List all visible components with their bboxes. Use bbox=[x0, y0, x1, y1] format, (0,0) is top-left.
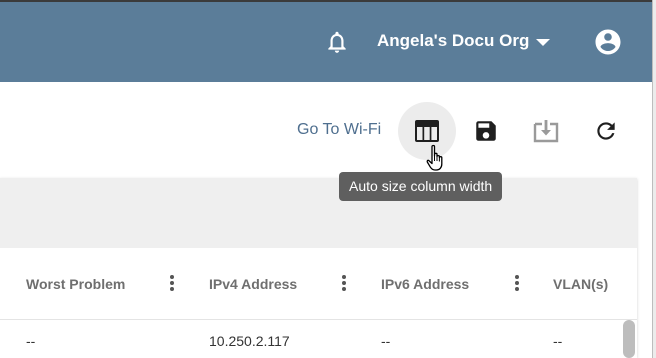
top-app-bar: Angela's Docu Org bbox=[0, 2, 652, 82]
export-icon bbox=[533, 120, 559, 143]
go-to-wifi-link[interactable]: Go To Wi-Fi bbox=[297, 121, 381, 139]
devices-table-panel: Worst Problem IPv4 Address IPv6 Address … bbox=[0, 178, 637, 358]
refresh-button[interactable] bbox=[586, 111, 626, 151]
column-header-ipv6[interactable]: IPv6 Address bbox=[381, 276, 469, 292]
table-scrollbar[interactable] bbox=[623, 320, 635, 358]
save-button[interactable] bbox=[466, 111, 506, 151]
table-column-headers: Worst Problem IPv4 Address IPv6 Address … bbox=[0, 248, 637, 320]
cell-worst-problem: -- bbox=[26, 333, 36, 349]
column-header-ipv4[interactable]: IPv4 Address bbox=[209, 276, 297, 292]
table-panel-header bbox=[0, 178, 637, 248]
column-menu-icon[interactable] bbox=[341, 273, 347, 293]
tooltip: Auto size column width bbox=[339, 172, 503, 201]
cell-vlans: -- bbox=[553, 333, 563, 349]
account-circle-icon[interactable] bbox=[593, 27, 623, 57]
hand-pointer-icon bbox=[426, 144, 443, 171]
table-columns-icon bbox=[415, 120, 439, 142]
chevron-down-icon[interactable] bbox=[535, 38, 551, 48]
column-menu-icon[interactable] bbox=[169, 273, 175, 293]
column-menu-icon[interactable] bbox=[514, 273, 520, 293]
column-header-worst-problem[interactable]: Worst Problem bbox=[26, 276, 125, 292]
org-switcher-label[interactable]: Angela's Docu Org bbox=[377, 31, 529, 51]
export-button[interactable] bbox=[526, 111, 566, 151]
save-icon bbox=[476, 121, 496, 141]
cell-ipv4: 10.250.2.117 bbox=[209, 333, 290, 349]
column-header-vlans[interactable]: VLAN(s) bbox=[553, 276, 608, 292]
cell-ipv6: -- bbox=[381, 333, 391, 349]
window-right-edge bbox=[652, 0, 656, 358]
bell-icon[interactable] bbox=[324, 27, 350, 57]
refresh-icon bbox=[597, 122, 615, 140]
